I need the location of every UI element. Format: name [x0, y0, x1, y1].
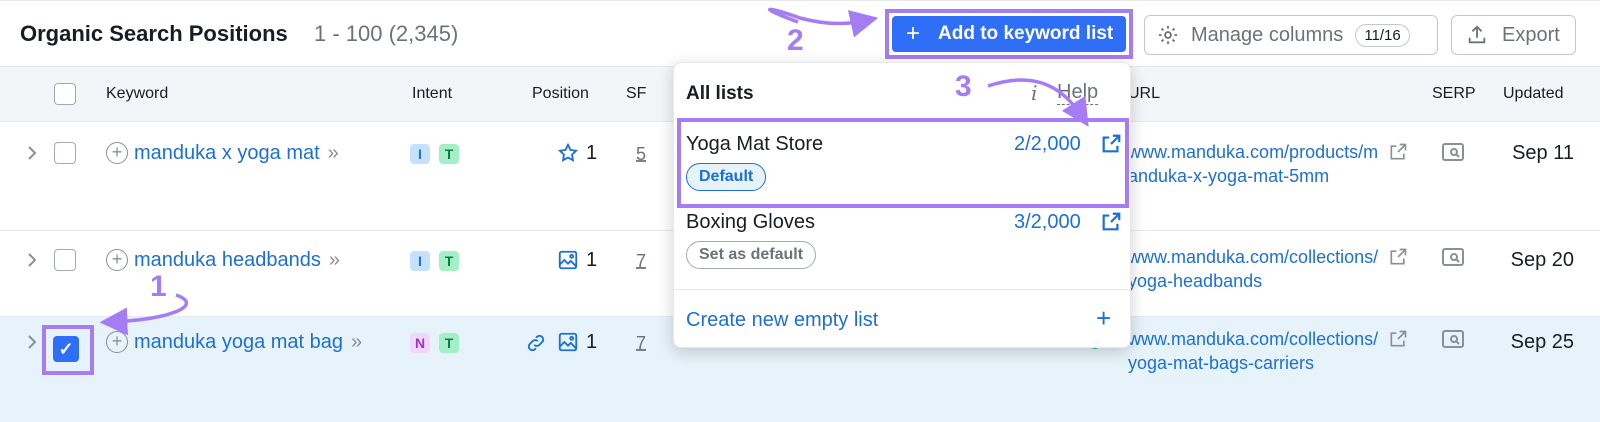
- arrow-step-one: [99, 293, 189, 336]
- arrow-step-two: [768, 7, 879, 38]
- annotation-arrows: [99, 7, 1089, 336]
- arrow-step-three: [987, 78, 1089, 127]
